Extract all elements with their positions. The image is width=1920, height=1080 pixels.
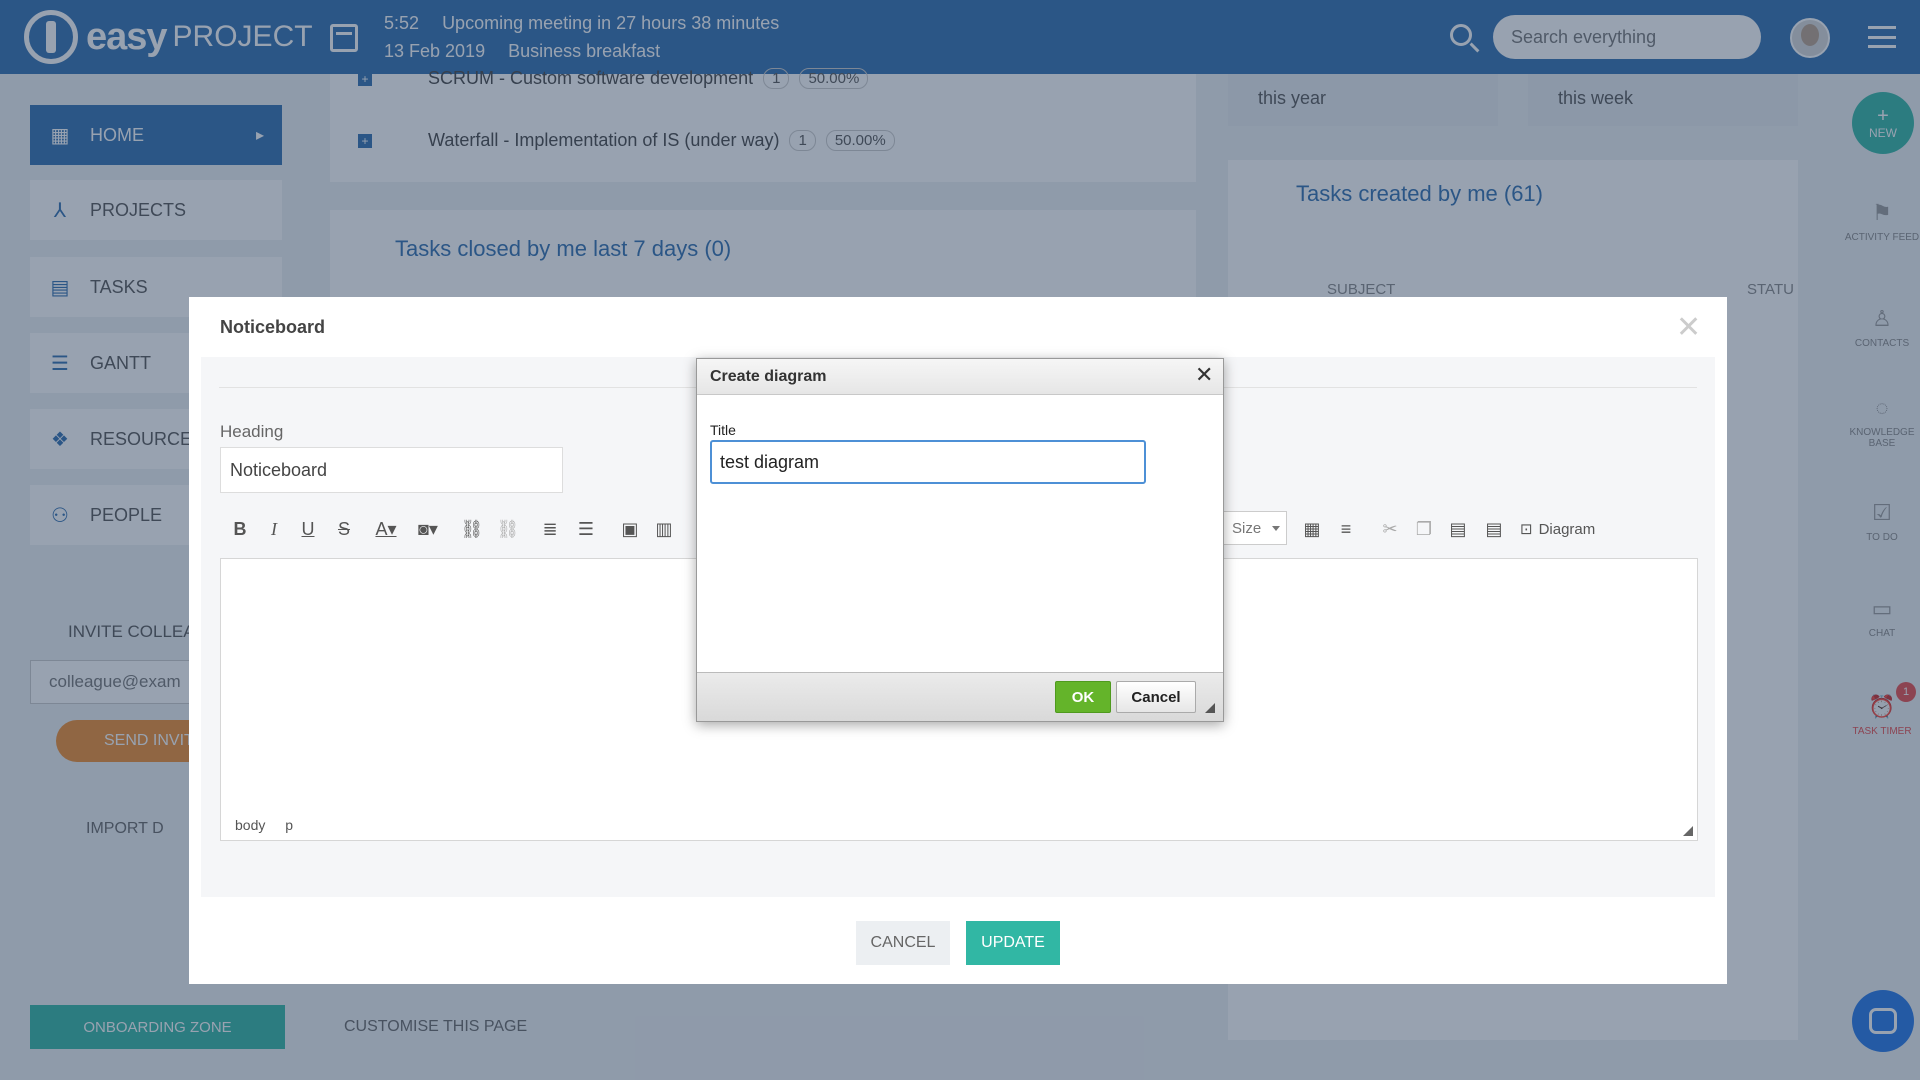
dialog-footer: OK Cancel [697,672,1223,721]
numbered-list-icon[interactable]: ≣ [538,515,562,543]
path-p[interactable]: p [285,817,293,833]
cut-icon[interactable]: ✂ [1378,515,1402,543]
close-icon[interactable]: ✕ [1676,313,1701,343]
paste-icon[interactable]: ▥ [652,515,676,543]
strikethrough-icon[interactable]: S [332,515,356,543]
cancel-button[interactable]: CANCEL [856,921,950,965]
bullet-list-icon[interactable]: ☰ [574,515,598,543]
heading-label: Heading [220,422,284,441]
heading-input[interactable] [220,447,563,493]
copy-icon[interactable]: ❐ [1412,515,1436,543]
close-icon[interactable]: ✕ [1195,364,1213,386]
ok-button[interactable]: OK [1055,681,1111,713]
dialog-cancel-button[interactable]: Cancel [1116,681,1196,713]
chevron-down-icon [1272,526,1280,531]
paste-text-icon[interactable]: ▤ [1482,515,1506,543]
diagram-label: Diagram [1538,520,1596,538]
font-size-value: Size [1232,520,1262,537]
font-size-select[interactable]: Size [1223,511,1287,545]
diagram-icon: ⊡ [1520,521,1533,538]
update-button[interactable]: UPDATE [966,921,1060,965]
resize-handle-icon[interactable] [1205,703,1215,713]
dialog-header[interactable]: Create diagram ✕ [697,359,1223,395]
path-body[interactable]: body [235,817,265,833]
bold-icon[interactable]: B [228,515,252,543]
paste-icon[interactable]: ▤ [1446,515,1470,543]
create-diagram-dialog: Create diagram ✕ Title OK Cancel [696,358,1224,722]
underline-icon[interactable]: U [296,515,320,543]
dialog-title: Create diagram [710,368,827,385]
horizontal-rule-icon[interactable]: ≡ [1334,515,1358,543]
unlink-icon[interactable]: ⛓ [496,515,520,543]
resize-handle-icon[interactable] [1683,826,1693,836]
diagram-button[interactable]: ⊡ Diagram [1520,515,1595,543]
text-color-icon[interactable]: A▾ [374,515,398,543]
diagram-title-input[interactable] [710,440,1146,484]
table-icon[interactable]: ▦ [1300,515,1324,543]
modal-title: Noticeboard [220,317,326,337]
background-color-icon[interactable]: ◙▾ [416,515,440,543]
link-icon[interactable]: ⛓ [460,515,484,543]
title-label: Title [710,422,736,438]
image-icon[interactable]: ▣ [618,515,642,543]
italic-icon[interactable]: I [262,515,286,543]
element-path: body p [235,817,309,833]
